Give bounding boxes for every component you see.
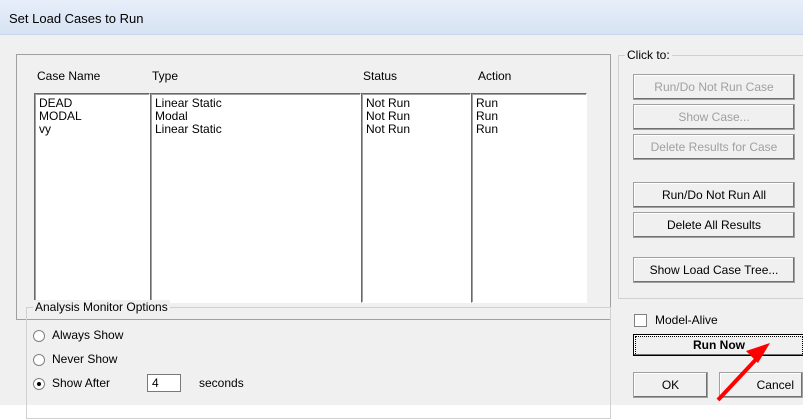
delete-results-for-case-button[interactable]: Delete Results for Case (633, 134, 795, 160)
analysis-monitor-options-group: Analysis Monitor Options Always Show Nev… (26, 300, 611, 419)
show-after-seconds-input[interactable] (147, 374, 181, 392)
radio-circle-icon[interactable] (33, 353, 45, 366)
model-alive-label: Model-Alive (655, 313, 718, 327)
show-after-label: Show After (52, 376, 111, 390)
header-case-name: Case Name (37, 69, 101, 83)
show-load-case-tree-button[interactable]: Show Load Case Tree... (633, 257, 795, 283)
show-case-button[interactable]: Show Case... (633, 104, 795, 130)
never-show-radio[interactable]: Never Show (33, 352, 117, 366)
checkbox-icon[interactable] (634, 314, 647, 328)
action-list[interactable]: Run Run Run (471, 93, 587, 303)
show-after-radio[interactable]: Show After (33, 376, 110, 390)
action-cell[interactable]: Run (476, 123, 586, 136)
ok-button[interactable]: OK (633, 372, 708, 398)
load-cases-panel: Case Name Type Status Action DEAD MODAL … (16, 54, 611, 320)
delete-all-results-button[interactable]: Delete All Results (633, 212, 795, 238)
header-type: Type (152, 69, 179, 83)
status-list[interactable]: Not Run Not Run Not Run (361, 93, 471, 303)
case-name-cell[interactable]: vy (39, 123, 149, 136)
type-cell[interactable]: Linear Static (155, 123, 360, 136)
radio-selected-icon[interactable] (33, 377, 45, 390)
always-show-label: Always Show (52, 328, 124, 342)
red-arrow-annotation-icon (716, 343, 770, 402)
type-list[interactable]: Linear Static Modal Linear Static (150, 93, 361, 303)
run-do-not-run-all-button[interactable]: Run/Do Not Run All (633, 182, 795, 208)
case-name-cell[interactable]: MODAL (39, 110, 149, 123)
click-to-legend: Click to: (625, 48, 672, 62)
header-status: Status (363, 69, 398, 83)
window-title: Set Load Cases to Run (9, 11, 144, 26)
set-load-cases-dialog: Case Name Type Status Action DEAD MODAL … (0, 35, 803, 419)
status-cell[interactable]: Not Run (366, 123, 470, 136)
header-action: Action (478, 69, 512, 83)
analysis-monitor-legend: Analysis Monitor Options (33, 300, 170, 314)
model-alive-checkbox[interactable]: Model-Alive (634, 313, 718, 328)
seconds-label: seconds (199, 376, 244, 390)
never-show-label: Never Show (52, 352, 118, 366)
run-do-not-run-case-button[interactable]: Run/Do Not Run Case (633, 74, 795, 100)
always-show-radio[interactable]: Always Show (33, 328, 123, 342)
radio-circle-icon[interactable] (33, 329, 45, 342)
click-to-group: Click to: Run/Do Not Run Case Show Case.… (618, 48, 803, 299)
case-name-list[interactable]: DEAD MODAL vy (34, 93, 150, 303)
title-bar[interactable]: Set Load Cases to Run (0, 0, 803, 35)
